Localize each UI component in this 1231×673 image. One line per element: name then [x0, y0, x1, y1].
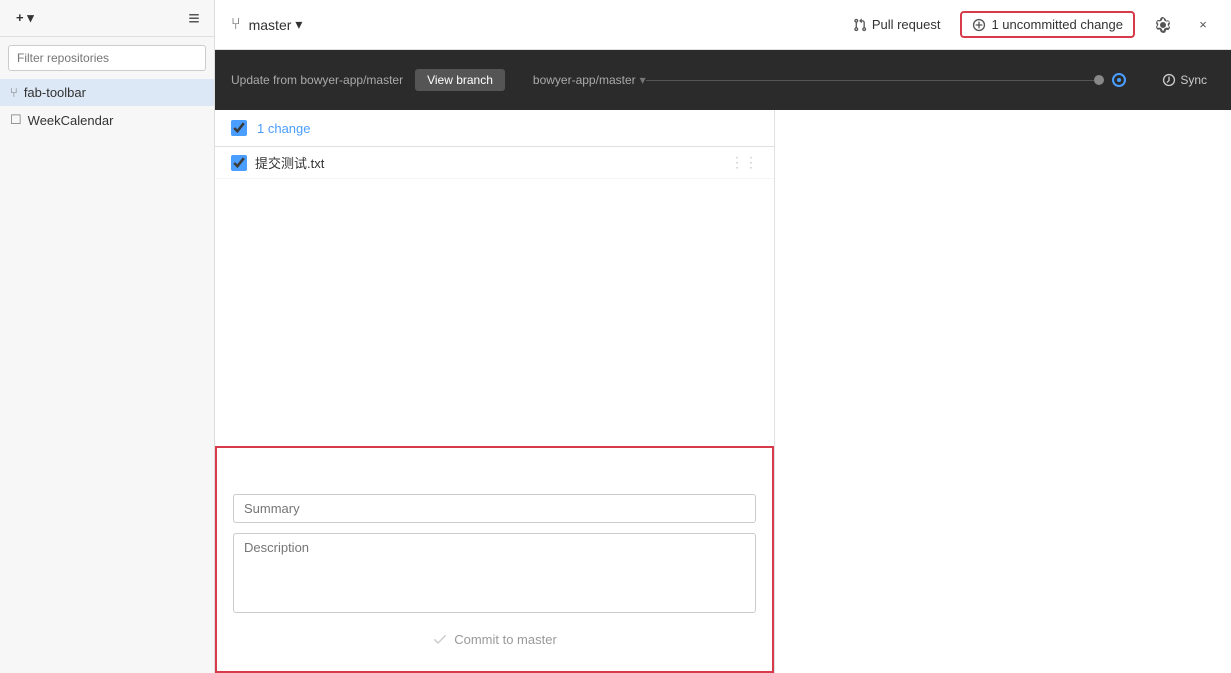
- repo-item-week-calendar[interactable]: ☐ WeekCalendar: [0, 106, 214, 134]
- sync-line: [646, 80, 1095, 81]
- commit-button-label: Commit to master: [454, 632, 557, 647]
- change-item-checkbox[interactable]: [231, 155, 247, 171]
- close-button[interactable]: ×: [1191, 13, 1215, 37]
- repo-item-fab-toolbar[interactable]: ⑂ fab-toolbar: [0, 79, 214, 106]
- changes-list: 1 change 提交测试.txt ⋮⋮: [215, 110, 775, 673]
- commit-panel: Commit to master: [215, 446, 774, 673]
- changes-header: 1 change: [215, 110, 774, 147]
- commit-description-input[interactable]: [233, 533, 756, 613]
- add-repo-button[interactable]: + ▾: [10, 8, 40, 28]
- repo-item-label: WeekCalendar: [28, 113, 114, 128]
- branch-selector[interactable]: master ▾: [249, 16, 303, 33]
- branch-name: master: [249, 17, 292, 33]
- view-branch-button[interactable]: View branch: [415, 69, 505, 91]
- header-actions: Pull request 1 uncommitted change ×: [845, 9, 1215, 41]
- repo-icon: ☐: [10, 112, 22, 128]
- change-filename: 提交测试.txt: [255, 153, 722, 172]
- repo-item-label: fab-toolbar: [24, 85, 86, 100]
- commit-panel-spacer: [233, 464, 756, 484]
- commit-summary-input[interactable]: [233, 494, 756, 523]
- filter-repositories-input[interactable]: [8, 45, 206, 71]
- repository-list: ⑂ fab-toolbar ☐ WeekCalendar: [0, 79, 214, 673]
- sidebar-header: + ▾: [0, 0, 214, 37]
- drag-handle-icon: ⋮⋮: [730, 154, 758, 171]
- sync-button[interactable]: Sync: [1154, 69, 1215, 91]
- sidebar: + ▾ ⑂ fab-toolbar ☐ WeekCalendar: [0, 0, 215, 673]
- commit-button[interactable]: Commit to master: [233, 623, 756, 655]
- changes-items-list: 提交测试.txt ⋮⋮: [215, 147, 774, 446]
- pull-request-button[interactable]: Pull request: [845, 13, 949, 36]
- uncommitted-change-button[interactable]: 1 uncommitted change: [960, 11, 1135, 38]
- diff-panel: [775, 110, 1231, 673]
- change-item[interactable]: 提交测试.txt ⋮⋮: [215, 147, 774, 179]
- sidebar-collapse-button[interactable]: [184, 8, 204, 28]
- sync-timeline: bowyer-app/master ▾: [517, 73, 1142, 87]
- settings-button[interactable]: [1147, 9, 1179, 41]
- sync-dot-left: [1094, 75, 1104, 85]
- main-content: ⑂ master ▾ Pull request 1 unc: [215, 0, 1231, 673]
- uncommitted-label: 1 uncommitted change: [991, 17, 1123, 32]
- branch-from-label: bowyer-app/master: [533, 73, 636, 87]
- sync-label: Sync: [1180, 73, 1207, 87]
- changes-count-label: 1 change: [257, 121, 311, 136]
- branch-icon: ⑂: [231, 16, 241, 34]
- sync-bar: Update from bowyer-app/master View branc…: [215, 50, 1231, 110]
- select-all-checkbox[interactable]: [231, 120, 247, 136]
- changes-panel: 1 change 提交测试.txt ⋮⋮: [215, 110, 1231, 673]
- header-bar: ⑂ master ▾ Pull request 1 unc: [215, 0, 1231, 50]
- sync-dot-right: [1112, 73, 1126, 87]
- branch-path: bowyer-app/master ▾: [533, 73, 646, 87]
- header-left: ⑂ master ▾: [231, 16, 302, 34]
- update-from-text: Update from bowyer-app/master: [231, 73, 403, 87]
- branch-icon: ⑂: [10, 85, 18, 100]
- pull-request-label: Pull request: [872, 17, 941, 32]
- branch-chevron-icon: ▾: [295, 16, 302, 33]
